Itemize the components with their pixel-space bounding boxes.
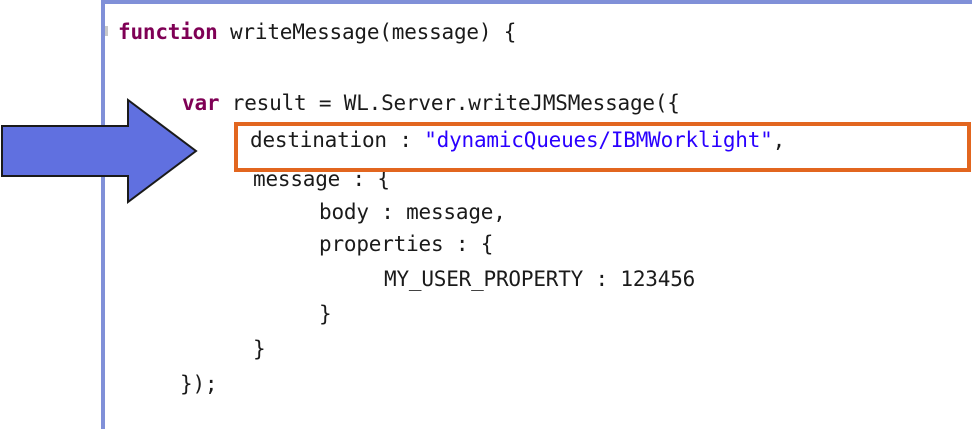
code-line-5: body : message, (319, 200, 506, 224)
code-line-8: } (319, 302, 332, 326)
fold-marker (105, 26, 108, 36)
code-line-6: properties : { (319, 232, 493, 256)
code-line-9: } (253, 337, 266, 361)
code-text: properties : { (319, 232, 494, 256)
keyword-function: function (118, 20, 218, 44)
code-text: result = WL.Server.writeJMSMessage({ (219, 91, 680, 115)
code-editor (101, 0, 972, 429)
code-text: }); (180, 372, 218, 396)
code-line-10: }); (180, 372, 218, 396)
code-text: body : message, (319, 200, 506, 224)
code-text: writeMessage(message) { (217, 20, 517, 44)
code-line-2: var result = WL.Server.writeJMSMessage({ (182, 91, 680, 115)
code-text: MY_USER_PROPERTY : 123456 (384, 267, 696, 291)
highlight-box (234, 122, 971, 172)
right-arrow-icon (1, 98, 198, 204)
code-text: } (253, 337, 266, 361)
code-line-7: MY_USER_PROPERTY : 123456 (384, 267, 695, 291)
code-line-1: function writeMessage(message) { (118, 20, 516, 44)
code-text: } (319, 302, 332, 326)
